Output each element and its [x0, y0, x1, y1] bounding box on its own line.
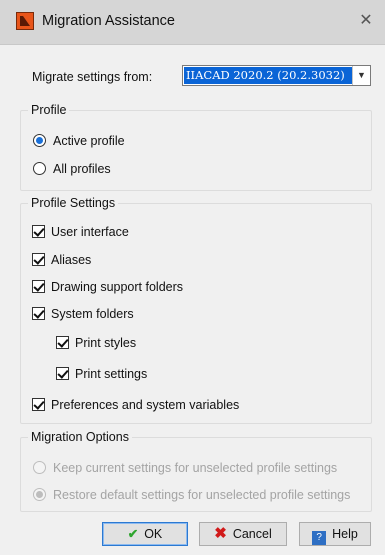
checkbox-label: Preferences and system variables [51, 398, 240, 412]
chevron-down-icon[interactable]: ▼ [352, 66, 370, 85]
checkbox-label: Print settings [75, 367, 148, 381]
checkbox-preferences-system-variables[interactable]: Preferences and system variables [32, 397, 239, 415]
radio-all-profiles[interactable]: All profiles [33, 161, 111, 179]
radio-button[interactable] [33, 461, 46, 474]
help-button[interactable]: ? Help [299, 522, 371, 546]
checkbox[interactable] [32, 253, 45, 266]
cancel-button[interactable]: ✖ Cancel [199, 522, 287, 546]
checkbox[interactable] [32, 307, 45, 320]
check-icon: ✔ [127, 527, 139, 541]
close-button[interactable]: ✕ [353, 8, 379, 34]
migration-options-title: Migration Options [28, 430, 132, 444]
migrate-from-select[interactable]: IIACAD 2020.2 (20.2.3032) ▼ [182, 65, 371, 86]
title-bar: Migration Assistance ✕ [0, 0, 385, 45]
radio-label: Restore default settings for unselected … [53, 488, 351, 502]
checkbox[interactable] [32, 280, 45, 293]
checkbox-drawing-support-folders[interactable]: Drawing support folders [32, 279, 183, 297]
radio-keep-current[interactable]: Keep current settings for unselected pro… [33, 460, 337, 478]
radio-button[interactable] [33, 134, 46, 147]
migrate-from-value: IIACAD 2020.2 (20.2.3032) [184, 67, 352, 84]
app-icon [16, 12, 34, 30]
profile-settings-title: Profile Settings [28, 196, 119, 210]
checkbox-label: User interface [51, 225, 129, 239]
radio-restore-default[interactable]: Restore default settings for unselected … [33, 487, 350, 505]
x-icon: ✖ [214, 525, 227, 542]
radio-button[interactable] [33, 488, 46, 501]
checkbox-print-settings[interactable]: Print settings [56, 366, 147, 384]
checkbox-label: Print styles [75, 336, 137, 350]
migrate-from-label: Migrate settings from: [32, 70, 153, 84]
ok-label: OK [144, 527, 163, 541]
radio-label: All profiles [53, 162, 111, 176]
checkbox-system-folders[interactable]: System folders [32, 306, 134, 324]
checkbox[interactable] [56, 367, 69, 380]
cancel-label: Cancel [232, 527, 272, 541]
checkbox-aliases[interactable]: Aliases [32, 252, 91, 270]
radio-label: Keep current settings for unselected pro… [53, 461, 338, 475]
window-title: Migration Assistance [42, 13, 175, 29]
checkbox[interactable] [56, 336, 69, 349]
help-label: Help [332, 527, 358, 541]
help-icon: ? [312, 531, 327, 545]
checkbox-label: System folders [51, 307, 134, 321]
checkbox-print-styles[interactable]: Print styles [56, 335, 136, 353]
radio-active-profile[interactable]: Active profile [33, 133, 125, 151]
checkbox-user-interface[interactable]: User interface [32, 224, 129, 242]
profile-group-title: Profile [28, 103, 70, 117]
checkbox-label: Drawing support folders [51, 280, 184, 294]
radio-label: Active profile [53, 134, 125, 148]
checkbox[interactable] [32, 398, 45, 411]
checkbox[interactable] [32, 225, 45, 238]
checkbox-label: Aliases [51, 253, 92, 267]
close-icon: ✕ [359, 12, 373, 29]
ok-button[interactable]: ✔ OK [102, 522, 188, 546]
radio-button[interactable] [33, 162, 46, 175]
